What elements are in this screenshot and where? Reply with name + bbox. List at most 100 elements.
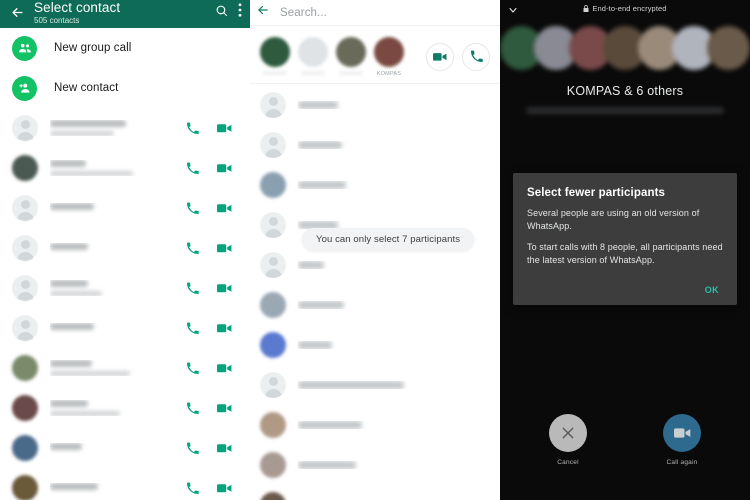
search-result-row[interactable] [250,325,500,365]
result-text [298,461,490,469]
contact-text [50,322,176,334]
participant-chip[interactable]: XXXXXX [256,36,294,77]
contact-row[interactable] [0,148,250,188]
cancel-button-label: Cancel [557,459,579,466]
contact-status-redacted [50,291,102,296]
video-call-button[interactable] [208,363,240,374]
contact-row[interactable] [0,108,250,148]
back-button[interactable] [6,0,28,24]
contact-row[interactable] [0,268,250,308]
contact-text [50,242,176,254]
contact-name-redacted [50,360,92,367]
voice-call-button[interactable] [176,402,208,415]
search-result-row[interactable] [250,405,500,445]
result-name-redacted [298,101,338,109]
voice-call-button[interactable] [176,362,208,375]
voice-call-button[interactable] [176,482,208,495]
avatar-placeholder [260,92,286,118]
participant-chip[interactable]: KOMPAS [370,36,408,77]
search-result-row[interactable] [250,165,500,205]
chip-call-actions [426,42,494,71]
start-voice-call-button[interactable] [462,42,490,71]
collapse-button[interactable] [507,3,519,21]
voice-call-button[interactable] [176,242,208,255]
avatar [12,475,38,500]
contact-row-actions [176,162,240,175]
contact-row-actions [176,402,240,415]
arrow-back-icon [258,5,268,15]
start-video-call-button[interactable] [426,42,454,71]
phone-icon [186,162,199,174]
contact-row[interactable] [0,348,250,388]
contact-row[interactable] [0,308,250,348]
search-result-row[interactable] [250,365,500,405]
contact-name-redacted [50,442,82,450]
participant-chip[interactable]: XXXXXX [332,36,370,77]
voice-call-button[interactable] [176,282,208,295]
call-again-button-circle [663,414,701,452]
contact-row[interactable] [0,228,250,268]
contact-row-actions [176,202,240,215]
contact-row-actions [176,442,240,455]
video-call-button[interactable] [208,443,240,454]
search-back-button[interactable] [256,3,270,22]
avatar-placeholder [12,115,38,141]
chevron-down-icon [509,7,517,13]
contact-row[interactable] [0,188,250,228]
result-text [298,101,490,109]
search-result-row[interactable] [250,245,500,285]
contact-text [50,202,176,214]
group-icon-circle [12,35,37,61]
video-call-button[interactable] [208,123,240,134]
video-call-button[interactable] [208,283,240,294]
contact-list[interactable]: New group call New contact [0,28,250,500]
contact-row[interactable] [0,428,250,468]
phone-icon [186,442,199,454]
video-call-button[interactable] [208,163,240,174]
person-add-icon [18,83,29,93]
result-name-redacted [298,181,346,189]
phone-icon [186,362,199,374]
video-call-button[interactable] [208,323,240,334]
dialog-actions: OK [527,280,723,298]
contact-row[interactable] [0,468,250,500]
voice-call-button[interactable] [176,442,208,455]
video-call-button[interactable] [208,243,240,254]
search-result-row[interactable] [250,125,500,165]
search-result-row[interactable] [250,445,500,485]
action-row-new-group-call[interactable]: New group call [0,28,250,68]
search-result-row[interactable] [250,485,500,500]
voice-call-button[interactable] [176,202,208,215]
contact-text [50,482,176,494]
dialog-ok-button[interactable]: OK [701,281,723,299]
video-camera-icon [216,363,231,373]
search-button[interactable] [215,4,228,22]
action-row-new-contact[interactable]: New contact [0,68,250,108]
phone-icon [186,202,199,214]
video-call-button[interactable] [208,483,240,494]
cancel-call-button[interactable]: Cancel [549,414,587,466]
contact-name-redacted [50,400,88,407]
search-result-row[interactable] [250,285,500,325]
voice-call-button[interactable] [176,162,208,175]
contact-status-redacted [50,411,120,416]
search-input[interactable]: Search... [280,7,327,19]
search-bar[interactable]: Search... [250,0,500,26]
phone-icon [186,122,199,134]
contact-name-redacted [50,160,86,167]
dialog-body-2: To start calls with 8 people, all partic… [527,242,723,265]
overflow-menu-button[interactable] [238,3,242,22]
participant-chip[interactable]: XXXXXX [294,36,332,77]
voice-call-button[interactable] [176,322,208,335]
voice-call-button[interactable] [176,122,208,135]
call-again-button[interactable]: Call again [663,414,701,466]
contact-row[interactable] [0,388,250,428]
video-call-button[interactable] [208,403,240,414]
contact-text [50,280,176,296]
search-result-row[interactable] [250,85,500,125]
video-call-button[interactable] [208,203,240,214]
avatar [12,395,38,421]
person-add-icon-circle [12,75,37,101]
result-text [298,141,490,149]
search-results-list[interactable] [250,85,500,500]
